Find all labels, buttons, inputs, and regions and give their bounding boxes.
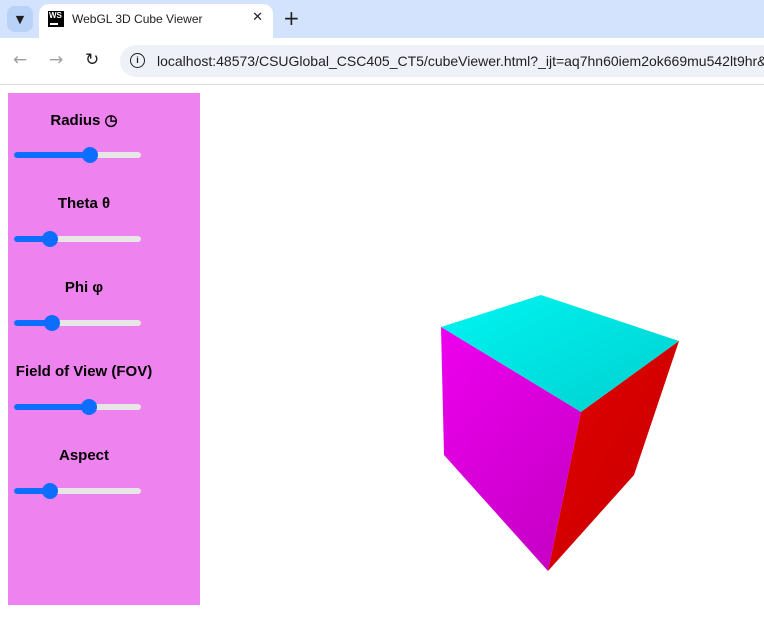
chevron-down-icon: ▼ — [15, 12, 25, 26]
favicon-bar — [50, 23, 58, 25]
address-bar[interactable]: i localhost:48573/CSUGlobal_CSC405_CT5/c… — [120, 45, 764, 77]
back-arrow-icon[interactable]: ← — [13, 50, 27, 70]
control-phi: Phi φ — [8, 279, 160, 331]
theta-label: Theta θ — [57, 195, 111, 212]
phi-label: Phi φ — [64, 279, 104, 296]
reload-icon[interactable]: ↻ — [85, 50, 99, 70]
aspect-slider[interactable] — [14, 483, 141, 499]
slider-fill — [14, 404, 89, 410]
tab-title: WebGL 3D Cube Viewer — [72, 12, 203, 26]
fov-label: Field of View (FOV) — [15, 363, 153, 380]
plus-icon: + — [283, 6, 300, 30]
favicon-text: WS — [49, 11, 62, 20]
slider-thumb[interactable] — [44, 315, 61, 331]
slider-fill — [14, 152, 91, 158]
radius-label: Radius ◷ — [50, 112, 118, 129]
webstorm-icon: WS — [48, 11, 64, 27]
slider-thumb[interactable] — [41, 231, 58, 247]
cube-render — [441, 295, 679, 571]
aspect-label: Aspect — [58, 447, 110, 464]
fov-slider[interactable] — [14, 399, 141, 415]
control-fov: Field of View (FOV) — [8, 363, 160, 415]
control-theta: Theta θ — [8, 195, 160, 247]
close-icon[interactable]: ✕ — [252, 10, 263, 25]
radius-slider[interactable] — [14, 147, 141, 163]
control-radius: Radius ◷ — [8, 111, 160, 163]
new-tab-button[interactable]: + — [283, 7, 300, 29]
tab-search-button[interactable]: ▼ — [7, 6, 33, 32]
phi-slider[interactable] — [14, 315, 141, 331]
control-aspect: Aspect — [8, 447, 160, 499]
forward-arrow-icon[interactable]: → — [49, 50, 63, 70]
url-text: localhost:48573/CSUGlobal_CSC405_CT5/cub… — [157, 53, 764, 69]
tab-active[interactable]: WS WebGL 3D Cube Viewer ✕ — [39, 4, 273, 38]
tab-strip: ▼ WS WebGL 3D Cube Viewer ✕ + — [0, 0, 764, 38]
slider-thumb[interactable] — [80, 399, 97, 415]
controls-panel: Radius ◷ Theta θ Phi φ Field of View (FO… — [8, 93, 200, 605]
webgl-canvas[interactable] — [200, 85, 764, 622]
slider-thumb[interactable] — [82, 147, 99, 163]
theta-slider[interactable] — [14, 231, 141, 247]
slider-thumb[interactable] — [41, 483, 58, 499]
site-info-icon[interactable]: i — [130, 53, 145, 68]
browser-toolbar: ← → ↻ i localhost:48573/CSUGlobal_CSC405… — [0, 38, 764, 85]
